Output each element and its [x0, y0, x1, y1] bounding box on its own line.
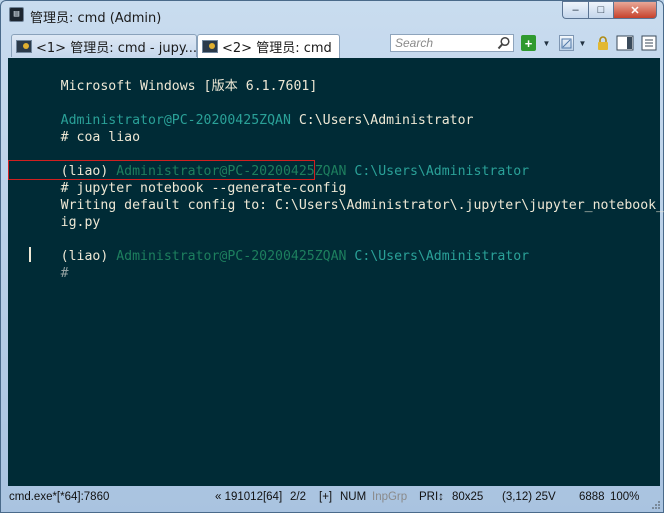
new-console-button[interactable]: + [521, 35, 536, 51]
console-line: Writing default config to: C:\Users\Admi… [60, 198, 664, 213]
status-inpgrp[interactable]: InpGrp [372, 491, 407, 503]
title-bar[interactable]: ▤ 管理员: cmd (Admin) – □ ✕ [1, 1, 663, 30]
resize-grip-icon[interactable] [651, 500, 661, 510]
menu-icon[interactable] [640, 35, 658, 51]
console-command-line: # coa liao [60, 130, 141, 145]
minimize-button[interactable]: – [562, 1, 588, 19]
tab-label: <1> 管理员: cmd - jupy... [36, 40, 197, 56]
status-build[interactable]: « 191012[64] [215, 491, 282, 503]
status-zoom[interactable]: 100% [610, 491, 639, 503]
status-tab-index[interactable]: 2/2 [290, 491, 306, 503]
status-pid[interactable]: 6888 [579, 491, 605, 503]
console-tab-icon [16, 39, 32, 53]
console-app-icon[interactable]: ▤ [9, 7, 24, 22]
console-window: ▤ 管理员: cmd (Admin) – □ ✕ <1> 管理员: cmd - … [0, 0, 664, 513]
console-prompt-line: (liao) Administrator@PC-20200425ZQAN C:\… [60, 249, 530, 264]
console-prompt-line: Administrator@PC-20200425ZQAN C:\Users\A… [60, 113, 474, 128]
console-line: ig.py [60, 215, 101, 230]
status-process[interactable]: cmd.exe*[*64]:7860 [9, 491, 109, 503]
status-priority[interactable]: PRI↕ [419, 491, 444, 503]
search-input[interactable]: Search [390, 34, 514, 52]
tab-1[interactable]: <1> 管理员: cmd - jupy... [11, 34, 197, 57]
layout-dropdown-icon[interactable]: ▼ [578, 35, 587, 51]
lock-icon[interactable] [597, 35, 609, 51]
tab-label: <2> 管理员: cmd [222, 41, 332, 56]
status-bar: cmd.exe*[*64]:7860 « 191012[64] 2/2 [+] … [1, 488, 663, 512]
layout-icon[interactable] [559, 35, 574, 51]
text-cursor [29, 247, 31, 262]
console-tab-icon [202, 40, 218, 53]
tab-bar: <1> 管理员: cmd - jupy... <2> 管理员: cmd Sear… [1, 31, 663, 58]
maximize-button[interactable]: □ [588, 1, 613, 19]
console-line: Microsoft Windows [版本 6.1.7601] [60, 79, 318, 94]
window-title: 管理员: cmd (Admin) [30, 11, 162, 26]
close-button[interactable]: ✕ [613, 1, 657, 19]
status-cursor-pos[interactable]: (3,12) 25V [502, 491, 556, 503]
console-command-line: # jupyter notebook --generate-config [60, 181, 347, 196]
window-controls: – □ ✕ [562, 1, 657, 20]
status-size[interactable]: 80x25 [452, 491, 483, 503]
search-icon[interactable] [497, 36, 511, 50]
tab-2-active[interactable]: <2> 管理员: cmd [197, 34, 340, 58]
status-num[interactable]: NUM [340, 491, 366, 503]
panel-icon[interactable] [615, 35, 635, 51]
new-console-dropdown-icon[interactable]: ▼ [542, 35, 551, 51]
status-plus[interactable]: [+] [319, 491, 332, 503]
search-placeholder: Search [395, 36, 434, 50]
console-output[interactable]: Microsoft Windows [版本 6.1.7601] Administ… [8, 58, 664, 486]
console-input-line[interactable]: # [13, 248, 77, 281]
